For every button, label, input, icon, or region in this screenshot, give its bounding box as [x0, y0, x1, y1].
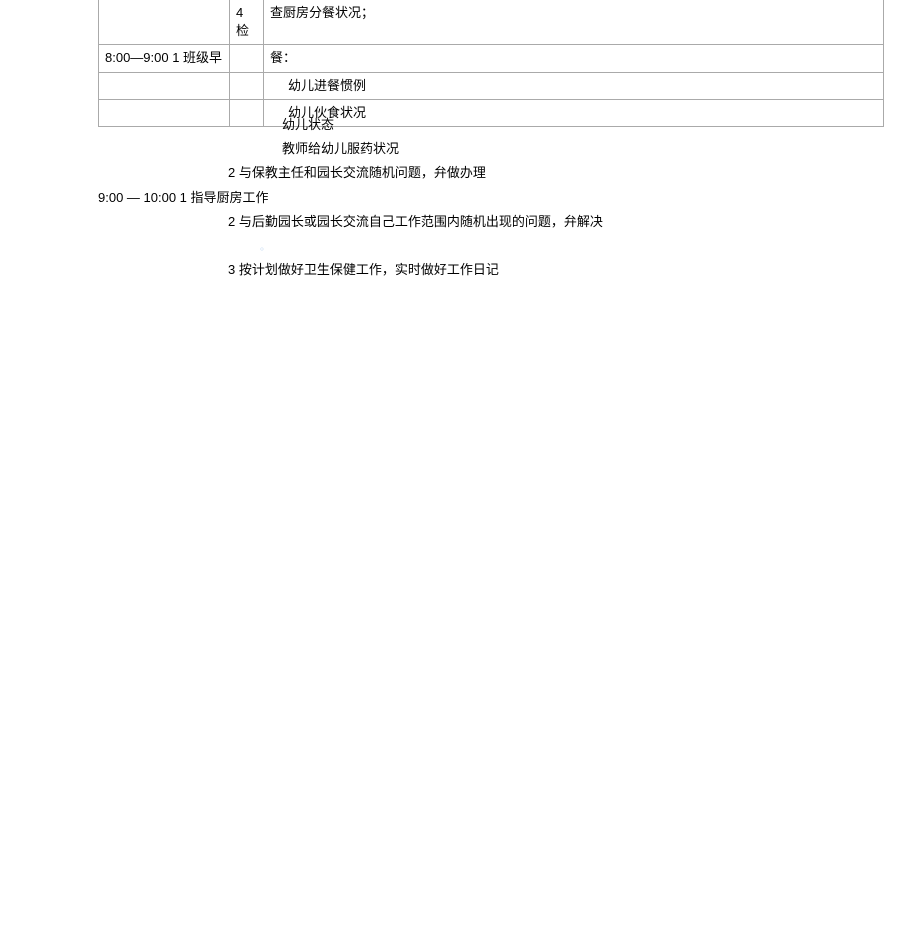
punct-dot: 。 — [260, 242, 270, 253]
cell-time: 8:00—9:00 1 班级早 — [99, 44, 229, 71]
cell-time — [99, 72, 229, 99]
text-line: 幼儿状态 — [282, 116, 884, 134]
text-line: 2 与后勤园长或园长交流自己工作范围内随机出现的问题，弁解决 — [228, 213, 884, 231]
table-row: 幼儿进餐惯例 — [99, 72, 883, 99]
cell-time — [99, 0, 229, 44]
table-row: 8:00—9:00 1 班级早 餐： — [99, 44, 883, 71]
text-line: 2 与保教主任和园长交流随机问题，弁做办理 — [228, 164, 884, 182]
cell-number — [229, 44, 263, 71]
time-line: 9:00 — 10:00 1 指导厨房工作 — [98, 189, 884, 207]
cell-body: 餐： — [263, 44, 883, 71]
table-row: 4 检 查厨房分餐状况； — [99, 0, 883, 44]
cell-number: 4 检 — [229, 0, 263, 44]
cell-number — [229, 72, 263, 99]
cell-body: 查厨房分餐状况； — [263, 0, 883, 44]
schedule-table: 4 检 查厨房分餐状况； 8:00—9:00 1 班级早 餐： 幼儿进餐惯例 幼… — [98, 0, 884, 127]
text-line: 教师给幼儿服药状况 — [282, 140, 884, 158]
text-line: 3 按计划做好卫生保健工作，实时做好工作日记 — [228, 261, 884, 279]
cell-body: 幼儿进餐惯例 — [263, 72, 883, 99]
